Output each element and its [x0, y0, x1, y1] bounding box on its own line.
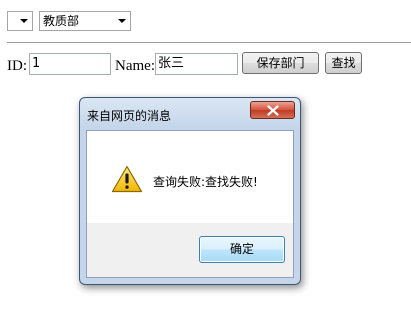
filter-select[interactable]: [7, 11, 33, 31]
dialog-close-button[interactable]: [250, 101, 295, 119]
warning-icon: [111, 165, 143, 193]
chevron-down-icon: [20, 19, 28, 23]
department-select[interactable]: 教质部: [39, 11, 131, 31]
search-button[interactable]: 查找: [325, 52, 362, 74]
id-input[interactable]: 1: [29, 53, 111, 75]
id-label: ID:: [7, 58, 27, 74]
dialog-footer: 确定: [87, 223, 293, 277]
save-department-button[interactable]: 保存部门: [242, 52, 319, 74]
chevron-down-icon: [118, 19, 126, 23]
alert-dialog: 来自网页的消息 查询失败:查找失败! 确定: [79, 97, 301, 285]
department-select-value: 教质部: [43, 14, 80, 28]
divider: [7, 42, 411, 43]
name-input[interactable]: 张三: [155, 53, 238, 75]
dialog-message: 查询失败:查找失败!: [153, 175, 258, 189]
name-label: Name:: [115, 58, 155, 74]
ok-button[interactable]: 确定: [199, 236, 285, 263]
close-icon: [267, 105, 279, 116]
dialog-body: 查询失败:查找失败! 确定: [86, 130, 294, 278]
dialog-title: 来自网页的消息: [87, 109, 172, 123]
